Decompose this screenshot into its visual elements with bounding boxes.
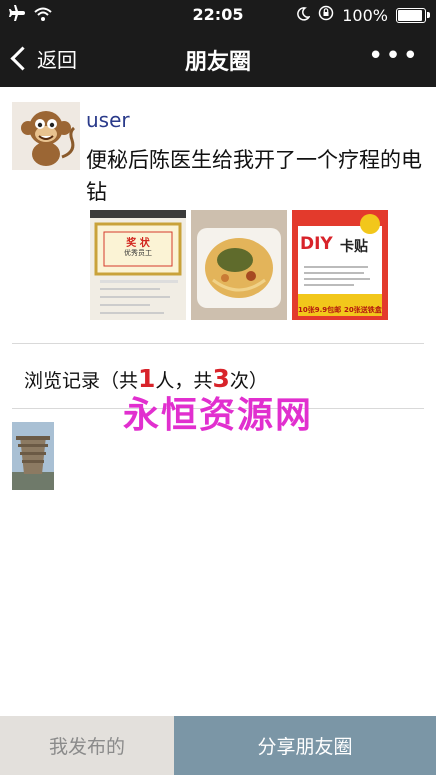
orientation-lock-icon xyxy=(318,5,334,25)
watermark-text: 永恒资源网 xyxy=(122,394,313,436)
diy-footer-right: 20张送铁盒 xyxy=(344,306,382,314)
diy-headline: DIY xyxy=(300,234,333,254)
post-text: 便秘后陈医生给我开了一个疗程的电钻 xyxy=(86,148,422,204)
more-options-button[interactable]: ••• xyxy=(368,43,420,69)
diy-footer-left: 10张9.9包邮 xyxy=(298,306,342,314)
post-photos: 奖 状 优秀员工 DIY 卡贴 10张9.9包邮 20张送铁盒 xyxy=(90,210,388,320)
certificate-sub: 优秀员工 xyxy=(124,249,152,257)
status-bar: 22:05 100% xyxy=(0,0,436,30)
back-button[interactable]: 返回 xyxy=(10,44,77,73)
diy-headline-card: 卡贴 xyxy=(340,239,368,255)
monkey-avatar-icon xyxy=(12,102,80,170)
share-moments-button[interactable]: 分享朋友圈 xyxy=(174,716,436,775)
diy-card-photo[interactable]: DIY 卡贴 10张9.9包邮 20张送铁盒 xyxy=(292,210,388,320)
battery-icon xyxy=(396,7,430,23)
food-photo[interactable] xyxy=(191,210,287,320)
certificate-title: 奖 状 xyxy=(126,238,150,249)
post-username[interactable]: user xyxy=(86,108,130,132)
moon-icon xyxy=(296,6,311,25)
nav-bar: 返回 朋友圈 ••• xyxy=(0,30,436,87)
viewer-avatar[interactable] xyxy=(12,422,54,490)
back-label: 返回 xyxy=(37,48,77,72)
certificate-photo[interactable]: 奖 状 优秀员工 xyxy=(90,210,186,320)
bottom-bar: 我发布的 分享朋友圈 xyxy=(0,716,436,775)
avatar[interactable] xyxy=(12,102,80,170)
divider xyxy=(12,343,424,344)
battery-percent: 100% xyxy=(342,5,388,25)
chevron-left-icon xyxy=(10,46,35,71)
my-posts-button[interactable]: 我发布的 xyxy=(0,716,174,775)
